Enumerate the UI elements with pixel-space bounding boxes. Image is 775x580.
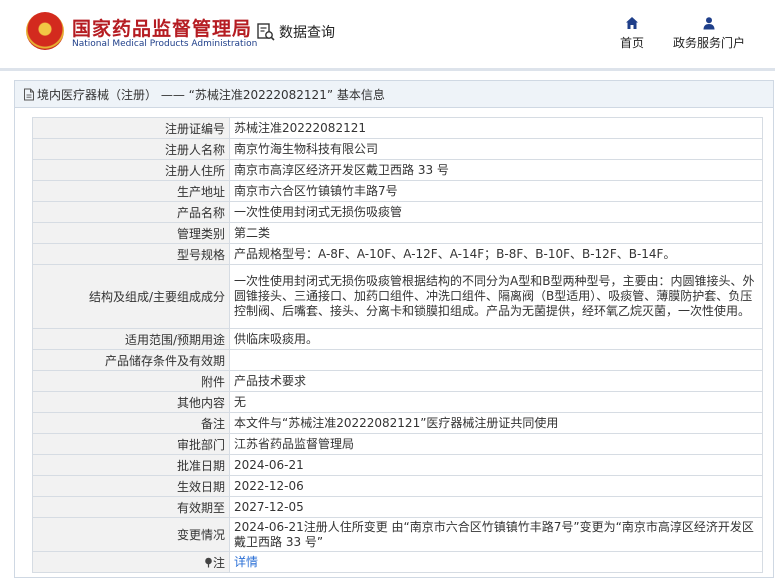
table-row: 型号规格 产品规格型号：A-8F、A-10F、A-12F、A-14F；B-8F、… — [32, 243, 763, 265]
row-value: 一次性使用封闭式无损伤吸痰管根据结构的不同分为A型和B型两种型号，主要由：内圆锥… — [229, 264, 763, 329]
site-title-cn[interactable]: 国家药品监督管理局 — [72, 14, 252, 41]
row-label: 注册人住所 — [32, 159, 230, 181]
row-value: 南京竹海生物科技有限公司 — [229, 138, 763, 160]
row-value: 无 — [229, 391, 763, 413]
row-label: 生效日期 — [32, 475, 230, 497]
table-row: 注册人名称 南京竹海生物科技有限公司 — [32, 138, 763, 160]
table-row: 生产地址 南京市六合区竹镇镇竹丰路7号 — [32, 180, 763, 202]
row-value: 供临床吸痰用。 — [229, 328, 763, 350]
note-value-cell: 详情 — [229, 551, 763, 573]
table-row: 其他内容 无 — [32, 391, 763, 413]
pin-icon — [205, 557, 212, 567]
registration-info-table: 注册证编号 苏械注准20222082121 注册人名称 南京竹海生物科技有限公司… — [32, 117, 763, 573]
table-row: 产品储存条件及有效期 — [32, 349, 763, 371]
row-label: 产品名称 — [32, 201, 230, 223]
row-value: 2022-12-06 — [229, 475, 763, 497]
nav-service-portal[interactable]: 政务服务门户 — [670, 16, 748, 51]
row-value: 2024-06-21 — [229, 454, 763, 476]
table-row: 管理类别 第二类 — [32, 222, 763, 244]
header-divider — [0, 68, 775, 71]
nav-portal-label: 政务服务门户 — [672, 36, 745, 50]
data-query-label: 数据查询 — [279, 25, 335, 41]
row-label: 型号规格 — [32, 243, 230, 265]
details-link[interactable]: 详情 — [234, 555, 258, 569]
table-row: 附件 产品技术要求 — [32, 370, 763, 392]
site-title-en[interactable]: National Medical Products Administration — [72, 39, 257, 49]
row-label: 注册证编号 — [32, 117, 230, 139]
panel-title: 境内医疗器械（注册） —— “苏械注准20222082121” 基本信息 — [15, 81, 773, 108]
detail-panel: 境内医疗器械（注册） —— “苏械注准20222082121” 基本信息 注册证… — [14, 80, 774, 578]
row-value — [229, 349, 763, 371]
row-label: 变更情况 — [32, 517, 230, 552]
note-label-cell: 注 — [32, 551, 230, 573]
row-value: 一次性使用封闭式无损伤吸痰管 — [229, 201, 763, 223]
row-label: 生产地址 — [32, 180, 230, 202]
row-value: 南京市高淳区经济开发区戴卫西路 33 号 — [229, 159, 763, 181]
table-row: 生效日期 2022-12-06 — [32, 475, 763, 497]
row-value: 第二类 — [229, 222, 763, 244]
row-label: 产品储存条件及有效期 — [32, 349, 230, 371]
table-row: 产品名称 一次性使用封闭式无损伤吸痰管 — [32, 201, 763, 223]
row-label: 注册人名称 — [32, 138, 230, 160]
row-label: 备注 — [32, 412, 230, 434]
document-search-icon — [257, 23, 275, 41]
table-row: 适用范围/预期用途 供临床吸痰用。 — [32, 328, 763, 350]
emblem-logo[interactable] — [26, 12, 64, 50]
table-row: 注册人住所 南京市高淳区经济开发区戴卫西路 33 号 — [32, 159, 763, 181]
row-label: 适用范围/预期用途 — [32, 328, 230, 350]
row-value: 产品技术要求 — [229, 370, 763, 392]
row-label: 批准日期 — [32, 454, 230, 476]
table-row: 结构及组成/主要组成成分 一次性使用封闭式无损伤吸痰管根据结构的不同分为A型和B… — [32, 264, 763, 329]
row-label: 审批部门 — [32, 433, 230, 455]
site-header: 国家药品监督管理局 National Medical Products Admi… — [0, 0, 775, 68]
nav-home-label: 首页 — [619, 36, 644, 50]
row-value: 2027-12-05 — [229, 496, 763, 518]
table-row: 注 详情 — [32, 551, 763, 573]
table-row: 备注 本文件与“苏械注准20222082121”医疗器械注册证共同使用 — [32, 412, 763, 434]
home-icon — [626, 17, 638, 29]
document-icon — [24, 88, 34, 100]
row-label: 注 — [212, 555, 225, 570]
row-value: 本文件与“苏械注准20222082121”医疗器械注册证共同使用 — [229, 412, 763, 434]
row-value: 苏械注准20222082121 — [229, 117, 763, 139]
table-row: 审批部门 江苏省药品监督管理局 — [32, 433, 763, 455]
row-label: 结构及组成/主要组成成分 — [32, 264, 230, 329]
table-row: 有效期至 2027-12-05 — [32, 496, 763, 518]
row-value: 江苏省药品监督管理局 — [229, 433, 763, 455]
row-value: 2024-06-21注册人住所变更 由“南京市六合区竹镇镇竹丰路7号”变更为“南… — [229, 517, 763, 552]
user-icon — [703, 17, 715, 30]
row-label: 附件 — [32, 370, 230, 392]
nav-home[interactable]: 首页 — [617, 16, 647, 51]
data-query-link[interactable]: 数据查询 — [256, 22, 335, 42]
panel-title-text: 境内医疗器械（注册） —— “苏械注准20222082121” 基本信息 — [37, 87, 385, 102]
row-value: 产品规格型号：A-8F、A-10F、A-12F、A-14F；B-8F、B-10F… — [229, 243, 763, 265]
table-row: 批准日期 2024-06-21 — [32, 454, 763, 476]
row-label: 管理类别 — [32, 222, 230, 244]
table-row: 注册证编号 苏械注准20222082121 — [32, 117, 763, 139]
row-label: 其他内容 — [32, 391, 230, 413]
table-row: 变更情况 2024-06-21注册人住所变更 由“南京市六合区竹镇镇竹丰路7号”… — [32, 517, 763, 552]
row-label: 有效期至 — [32, 496, 230, 518]
row-value: 南京市六合区竹镇镇竹丰路7号 — [229, 180, 763, 202]
